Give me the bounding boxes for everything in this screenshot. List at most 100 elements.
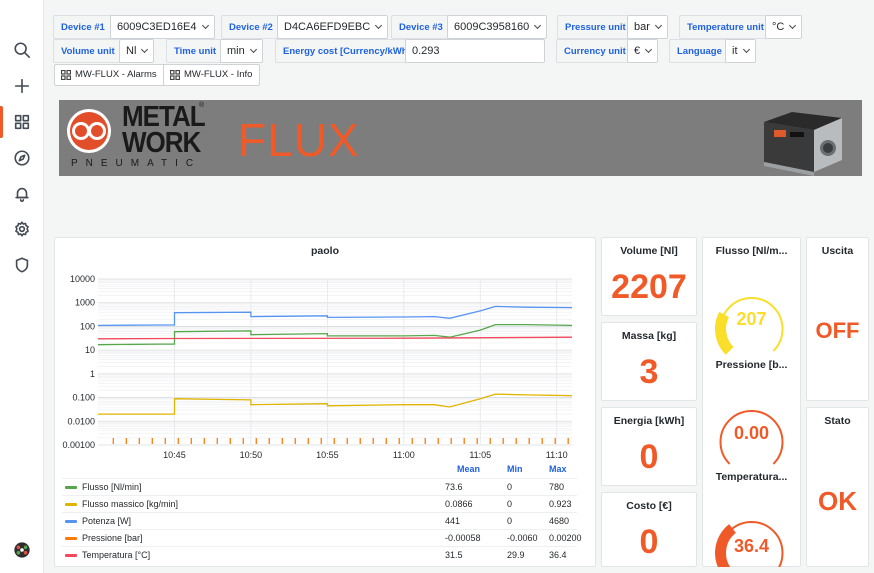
- volume-unit-label: Volume unit: [53, 39, 123, 63]
- device3-select[interactable]: 6009C3958160: [447, 15, 548, 39]
- language-select[interactable]: it: [725, 39, 756, 63]
- currency-unit-select[interactable]: €: [627, 39, 659, 63]
- stato-stat-panel: Stato OK: [806, 407, 869, 567]
- legend-swatch: [65, 537, 77, 540]
- chevron-down-icon: [654, 21, 662, 30]
- legend-series-name: Flusso [Nl/min]: [82, 482, 142, 492]
- legend-mean-value: 73.6: [445, 482, 463, 492]
- legend-series-name: Potenza [W]: [82, 516, 132, 526]
- y-tick-label: 0.100: [72, 393, 95, 403]
- legend-row[interactable]: Flusso massico [kg/min] 0.0866 0 0.923: [62, 495, 577, 512]
- legend-swatch: [65, 486, 77, 489]
- legend-min-value: 0: [507, 499, 513, 509]
- y-tick-label: 10: [85, 345, 95, 355]
- legend-swatch: [65, 554, 77, 557]
- alerting-bell-icon[interactable]: [8, 180, 36, 208]
- uscita-stat-value: OFF: [815, 318, 860, 343]
- legend-header-mean: Mean: [457, 464, 481, 474]
- legend-row[interactable]: Flusso [Nl/min] 73.6 0 780: [62, 478, 577, 495]
- energy-cost-input[interactable]: 0.293: [405, 39, 545, 63]
- language-value: it: [732, 45, 738, 57]
- flux-banner: METAL WORK ® PNEUMATIC: [59, 100, 862, 176]
- legend-max-value: 0.923: [549, 499, 572, 509]
- info-dashboard-link[interactable]: MW-FLUX - Info: [163, 64, 261, 86]
- flux-device-image: [764, 112, 842, 176]
- y-tick-label: 0.0100: [67, 416, 95, 426]
- costo-stat-title: Costo [€]: [626, 500, 672, 512]
- y-tick-label: 0.00100: [62, 440, 95, 450]
- energia-stat-title: Energia [kWh]: [613, 415, 685, 427]
- legend-min-value: 29.9: [507, 550, 525, 560]
- settings-gear-icon[interactable]: [8, 215, 36, 243]
- temperature-unit-value: °C: [772, 21, 785, 33]
- explore-icon[interactable]: [8, 144, 36, 172]
- volume-stat-title: Volume [Nl]: [620, 245, 678, 257]
- y-tick-label: 1: [90, 369, 95, 379]
- currency-unit-label: Currency unit: [556, 39, 634, 63]
- legend-max-value: 0.00200: [549, 533, 582, 543]
- legend-min-value: 0: [507, 482, 513, 492]
- temperature-unit-select[interactable]: °C: [765, 15, 803, 39]
- x-tick-label: 10:45: [163, 450, 186, 460]
- dashboard-grid-icon: [61, 70, 71, 80]
- legend-series-name: Temperatura [°C]: [82, 550, 151, 560]
- logo-line-pneumatic: PNEUMATIC: [71, 158, 202, 169]
- legend-row[interactable]: Potenza [W] 441 0 4680: [62, 512, 577, 529]
- chevron-down-icon: [534, 21, 542, 30]
- stato-stat-title: Stato: [824, 415, 851, 427]
- energia-stat-panel: Energia [kWh] 0: [601, 407, 697, 486]
- legend-mean-value: 0.0866: [445, 499, 473, 509]
- plus-icon[interactable]: [8, 72, 36, 100]
- chevron-down-icon: [249, 45, 257, 54]
- costo-stat-panel: Costo [€] 0: [601, 492, 697, 567]
- device2-select[interactable]: D4CA6EFD9EBC: [277, 15, 389, 39]
- user-avatar[interactable]: [8, 536, 36, 564]
- pressure-unit-label: Pressure unit: [557, 15, 634, 39]
- device3-label: Device #3: [391, 15, 451, 39]
- search-icon[interactable]: [8, 36, 36, 64]
- stato-stat-value: OK: [818, 486, 857, 516]
- volume-stat-panel: Volume [Nl] 2207: [601, 237, 697, 316]
- shield-icon[interactable]: [8, 251, 36, 279]
- temperatura-gauge-value: 36.4: [733, 536, 770, 556]
- legend-row[interactable]: Pressione [bar] -0.00058 -0.0060 0.00200: [62, 529, 582, 546]
- language-label: Language: [669, 39, 730, 63]
- legend-min-value: 0: [507, 516, 513, 526]
- logo-line-work: WORK: [122, 125, 201, 159]
- pressione-gauge-value: 0.00: [733, 423, 770, 443]
- chevron-down-icon: [141, 45, 149, 54]
- alarms-dashboard-link[interactable]: MW-FLUX - Alarms: [54, 64, 165, 86]
- dashboards-icon[interactable]: [8, 108, 36, 136]
- flusso-gauge-value: 207: [736, 309, 767, 329]
- y-tick-label: 1000: [75, 298, 95, 308]
- alarms-link-label: MW-FLUX - Alarms: [75, 69, 157, 80]
- legend-mean-value: 441: [445, 516, 461, 526]
- legend-row[interactable]: Temperatura [°C] 31.5 29.9 36.4: [62, 546, 577, 563]
- massa-stat-title: Massa [kg]: [621, 330, 677, 342]
- device1-select[interactable]: 6009C3ED16E4: [110, 15, 215, 39]
- info-link-label: MW-FLUX - Info: [184, 69, 253, 80]
- time-unit-select[interactable]: min: [220, 39, 263, 63]
- flux-title: FLUX: [238, 114, 360, 166]
- x-tick-label: 11:00: [393, 450, 415, 460]
- logo-registered: ®: [199, 102, 205, 109]
- time-unit-value: min: [227, 45, 245, 57]
- dashboard-grid-icon: [170, 70, 180, 80]
- sidebar-active-indicator: [0, 106, 3, 138]
- temperature-unit-label: Temperature unit: [679, 15, 772, 39]
- legend-max-value: 36.4: [549, 550, 567, 560]
- device1-value: 6009C3ED16E4: [117, 21, 197, 33]
- chevron-down-icon: [742, 45, 750, 54]
- time-unit-label: Time unit: [166, 39, 225, 63]
- time-series-chart[interactable]: 10000 1000 100 10 1 0.100 0.0100 0.00100 10:45 10…: [54, 237, 596, 469]
- chevron-down-icon: [201, 21, 209, 30]
- legend-series-name: Pressione [bar]: [82, 533, 143, 543]
- chevron-down-icon: [375, 21, 383, 30]
- legend-swatch: [65, 503, 77, 506]
- potenza-series-line: [97, 305, 573, 327]
- legend-header-min: Min: [507, 464, 523, 474]
- device1-label: Device #1: [53, 15, 113, 39]
- volume-unit-select[interactable]: Nl: [119, 39, 155, 63]
- legend-max-value: 4680: [549, 516, 570, 526]
- pressure-unit-select[interactable]: bar: [627, 15, 668, 39]
